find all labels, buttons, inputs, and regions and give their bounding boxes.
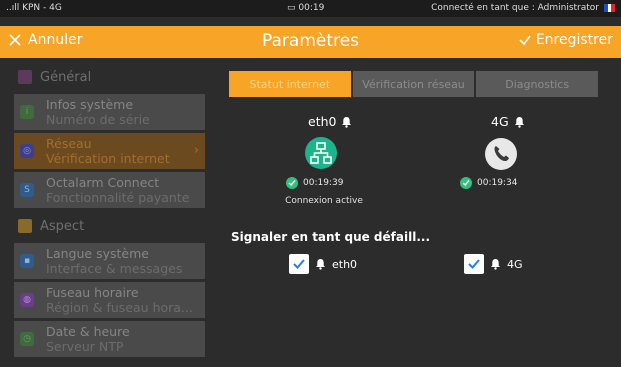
eth0-connection-status: Connexion active — [285, 196, 363, 206]
check-circle-icon — [460, 177, 472, 189]
phone-icon — [485, 138, 517, 170]
sidebar-item-date-time[interactable]: ◷ Date & heure Serveur NTP — [14, 321, 205, 357]
bell-icon — [491, 259, 500, 270]
4g-status-time: 00:19:34 — [460, 177, 517, 189]
save-button[interactable]: Enregistrer — [518, 32, 613, 48]
tab-internet-status[interactable]: Statut internet — [229, 71, 351, 97]
section-aspect-label: Aspect — [40, 218, 85, 234]
checkmark-icon — [519, 35, 531, 46]
battery-icon: ▭ — [287, 3, 296, 13]
sidebar-item-subtitle: Serveur NTP — [46, 339, 124, 354]
globe-timezone-icon: ◍ — [20, 293, 34, 307]
clock: ▭ 00:19 — [287, 3, 324, 13]
network-ethernet-icon — [305, 137, 337, 169]
tab-bar: Statut internet Vérification réseau Diag… — [229, 71, 599, 97]
globe-icon: ◎ — [20, 144, 34, 158]
eth0-time: 00:19:39 — [303, 178, 344, 188]
sidebar-item-subtitle: Numéro de série — [46, 112, 150, 127]
french-flag-icon — [604, 4, 616, 12]
sidebar-item-title: Date & heure — [46, 324, 130, 339]
sidebar-item-title: Octalarm Connect — [46, 175, 160, 190]
report-4g-row: 4G — [464, 254, 523, 274]
chat-icon: ▪ — [20, 254, 34, 268]
sidebar-item-network[interactable]: ◎ Réseau Vérification internet › — [14, 133, 205, 169]
status-bar: ..ıll KPN - 4G ▭ 00:19 Connecté en tant … — [0, 0, 621, 17]
sidebar-item-subtitle: Interface & messages — [46, 261, 183, 276]
sidebar-item-language[interactable]: ▪ Langue système Interface & messages — [14, 243, 205, 279]
logged-in-user: Connecté en tant que : Administrator — [431, 3, 599, 13]
tab-network-check[interactable]: Vérification réseau — [352, 71, 475, 97]
tab-diagnostics[interactable]: Diagnostics — [476, 71, 599, 97]
header-bar: Annuler Paramètres Enregistrer — [0, 26, 621, 58]
signal-indicator: ..ıll KPN - 4G — [6, 3, 62, 13]
report-failure-title: Signaler en tant que défaill... — [231, 230, 430, 244]
eth0-name: eth0 — [308, 114, 337, 129]
report-eth0-checkbox[interactable] — [289, 254, 309, 274]
sidebar-item-timezone[interactable]: ◍ Fuseau horaire Région & fuseau hora... — [14, 282, 205, 318]
checkmark-icon — [293, 259, 305, 269]
clock-time: 00:19 — [298, 3, 325, 13]
bell-icon — [514, 116, 524, 128]
monitor-icon — [18, 70, 32, 84]
info-icon: i — [20, 105, 34, 119]
sidebar-item-title: Fuseau horaire — [46, 285, 139, 300]
check-circle-icon — [286, 177, 298, 189]
sidebar-item-octalarm-connect[interactable]: S Octalarm Connect Fonctionnalité payant… — [14, 172, 205, 208]
section-general-label: Général — [40, 69, 92, 85]
sidebar-item-title: Infos système — [46, 97, 134, 112]
sidebar-item-system-info[interactable]: i Infos système Numéro de série — [14, 94, 205, 130]
section-aspect: Aspect — [14, 213, 205, 239]
4g-header: 4G — [491, 114, 525, 129]
sidebar-item-title: Langue système — [46, 246, 149, 261]
checkmark-icon — [468, 259, 480, 269]
settings-sidebar: Général i Infos système Numéro de série … — [14, 64, 205, 360]
save-label: Enregistrer — [535, 32, 613, 48]
report-eth0-row: eth0 — [289, 254, 357, 274]
palette-icon — [18, 219, 32, 233]
bell-icon — [316, 259, 325, 270]
bell-icon — [342, 116, 352, 128]
4g-name: 4G — [491, 114, 509, 129]
4g-time: 00:19:34 — [477, 178, 518, 188]
sidebar-item-subtitle: Fonctionnalité payante — [46, 190, 190, 205]
sidebar-item-title: Réseau — [46, 136, 92, 151]
octalarm-icon: S — [20, 183, 34, 197]
sidebar-item-subtitle: Vérification internet — [46, 151, 170, 166]
report-4g-checkbox[interactable] — [464, 254, 484, 274]
eth0-status-time: 00:19:39 — [286, 177, 343, 189]
report-4g-label: 4G — [507, 257, 523, 271]
eth0-header: eth0 — [308, 114, 352, 129]
sidebar-item-subtitle: Région & fuseau hora... — [46, 300, 193, 315]
chevron-right-icon: › — [193, 143, 199, 158]
clock-icon: ◷ — [20, 332, 34, 346]
report-eth0-label: eth0 — [332, 257, 358, 271]
section-general: Général — [14, 64, 205, 90]
